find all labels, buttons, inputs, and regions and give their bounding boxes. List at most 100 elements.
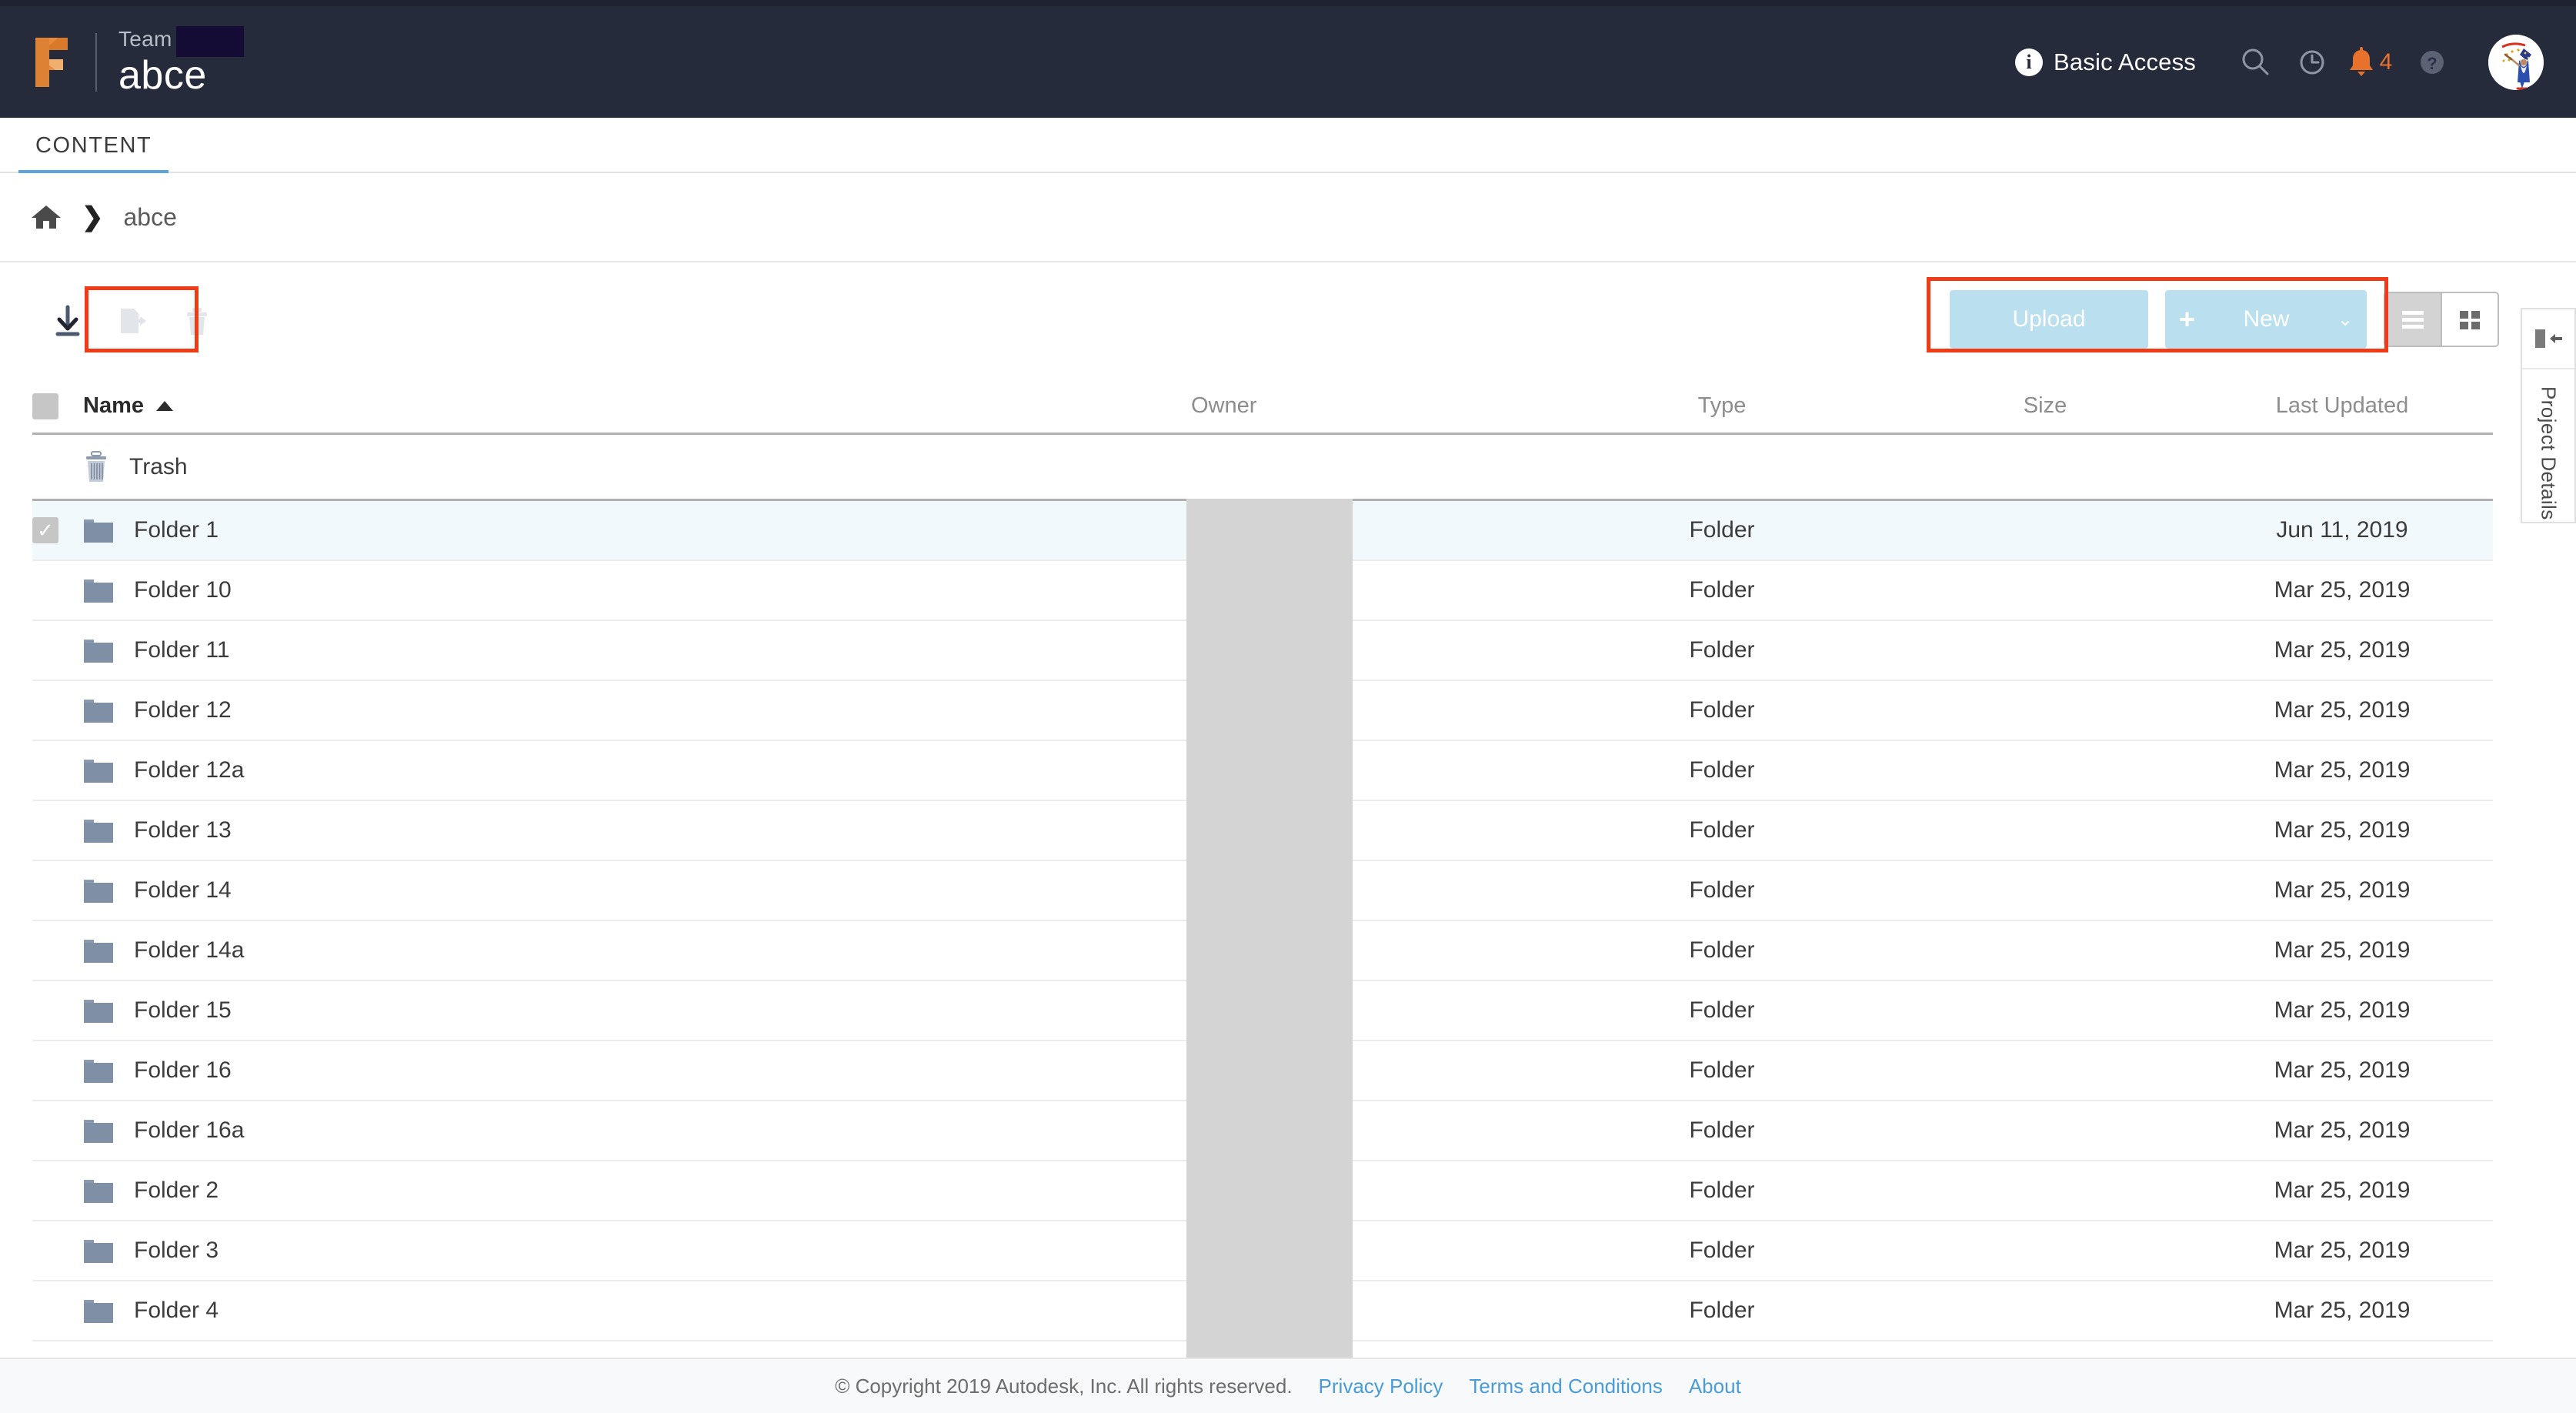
row-checkbox[interactable]: ✓ [32,517,83,543]
row-name-label: Folder 15 [134,997,232,1024]
row-type: Folder [1545,1117,1899,1144]
folder-icon [83,697,114,723]
help-button[interactable]: ? [2404,34,2461,91]
row-name-label: Folder 14a [134,937,244,964]
column-header-owner[interactable]: Owner [1191,393,1545,419]
folder-icon [83,937,114,964]
row-type: Folder [1545,997,1899,1024]
folder-icon [83,1298,114,1324]
row-name-cell: Folder 10 [83,577,1191,603]
breadcrumb-separator: ❯ [82,202,104,232]
checkbox-box-checked: ✓ [32,517,58,543]
row-type: Folder [1545,1238,1899,1264]
row-type: Folder [1545,1298,1899,1324]
row-name-label: Folder 2 [134,1178,219,1204]
chevron-down-icon: ⌄ [2337,309,2353,331]
project-details-toggle[interactable] [2522,309,2574,369]
row-type: Folder [1545,637,1899,663]
header-actions: i Basic Access [2015,34,2576,91]
row-name-label: Folder 10 [134,577,232,603]
action-toolbar: Upload + New ⌄ [0,262,2576,379]
help-question-icon: ? [2415,45,2449,79]
fusion-team-content-page: Team abce i Basic Access [0,0,2576,1413]
move-button[interactable] [100,289,165,353]
column-header-size[interactable]: Size [1899,393,2191,419]
row-type: Folder [1545,697,1899,723]
folder-icon [83,577,114,603]
team-name-redaction [176,26,244,57]
folder-icon [83,817,114,843]
row-name-label: Folder 1 [134,517,219,543]
page-footer: © Copyright 2019 Autodesk, Inc. All righ… [0,1358,2576,1413]
folder-icon [83,757,114,783]
notifications-button[interactable]: 4 [2341,34,2397,91]
folder-icon [83,1238,114,1264]
row-updated: Mar 25, 2019 [2191,1238,2493,1264]
row-updated: Mar 25, 2019 [2191,877,2493,904]
breadcrumb: ❯ abce [0,173,2576,262]
plus-icon: + [2179,306,2195,333]
row-name-cell: Folder 1 [83,517,1191,543]
row-type: Folder [1545,1057,1899,1084]
select-all-checkbox[interactable] [32,393,83,419]
info-icon: i [2015,48,2043,76]
checkbox-box [32,393,58,419]
fusion-logo[interactable] [26,32,78,92]
row-type: Folder [1545,937,1899,964]
app-header: Team abce i Basic Access [0,6,2576,118]
row-name-cell: Folder 15 [83,997,1191,1024]
notification-bell-icon [2346,45,2377,79]
row-name-label: Folder 16 [134,1057,232,1084]
row-name-label: Folder 3 [134,1238,219,1264]
search-button[interactable] [2227,34,2284,91]
row-type: Folder [1545,577,1899,603]
row-updated: Mar 25, 2019 [2191,1178,2493,1204]
delete-button[interactable] [165,289,229,353]
column-header-name-label: Name [83,393,144,419]
row-name-cell: Folder 14 [83,877,1191,904]
row-updated: Mar 25, 2019 [2191,817,2493,843]
project-details-panel: Project Details [2521,308,2576,523]
breadcrumb-current[interactable]: abce [124,203,177,232]
breadcrumb-home-button[interactable] [31,203,62,231]
row-name-cell: Folder 3 [83,1238,1191,1264]
new-button[interactable]: + New ⌄ [2165,290,2367,349]
list-view-button[interactable] [2385,293,2441,346]
row-updated: Mar 25, 2019 [2191,997,2493,1024]
table-row-trash[interactable]: Trash [32,435,2493,501]
folder-icon [83,997,114,1024]
download-button[interactable] [35,289,100,353]
row-type: Folder [1545,877,1899,904]
column-header-type[interactable]: Type [1545,393,1899,419]
header-divider [95,33,97,92]
home-icon [31,203,62,231]
avatar[interactable] [2488,35,2544,90]
grid-view-icon [2456,307,2484,332]
column-header-last-updated[interactable]: Last Updated [2191,393,2493,419]
trash-icon [83,451,109,483]
recent-history-button[interactable] [2284,34,2341,91]
new-button-label: New [2206,306,2327,332]
row-name-cell: Folder 4 [83,1298,1191,1324]
column-header-name[interactable]: Name [83,393,1191,419]
row-updated: Mar 25, 2019 [2191,1117,2493,1144]
list-view-icon [2398,308,2428,331]
row-name-cell: Folder 12a [83,757,1191,783]
autodesk-fusion-f-logo-icon [28,33,77,92]
grid-view-button[interactable] [2442,293,2498,346]
window-top-strip [0,0,2576,6]
basic-access-chip[interactable]: i Basic Access [2015,48,2196,76]
row-updated: Mar 25, 2019 [2191,1057,2493,1084]
panel-collapse-icon [2531,326,2565,352]
tab-content[interactable]: CONTENT [18,118,169,173]
terms-and-conditions-link[interactable]: Terms and Conditions [1469,1375,1662,1398]
toolbar-left-actions [35,289,229,353]
folder-icon [83,1117,114,1144]
row-name-cell: Folder 14a [83,937,1191,964]
privacy-policy-link[interactable]: Privacy Policy [1319,1375,1443,1398]
project-title-block: Team abce [118,26,207,99]
row-type: Folder [1545,517,1899,543]
row-name-label: Folder 14 [134,877,232,904]
upload-button[interactable]: Upload [1950,290,2148,349]
about-link[interactable]: About [1689,1375,1741,1398]
